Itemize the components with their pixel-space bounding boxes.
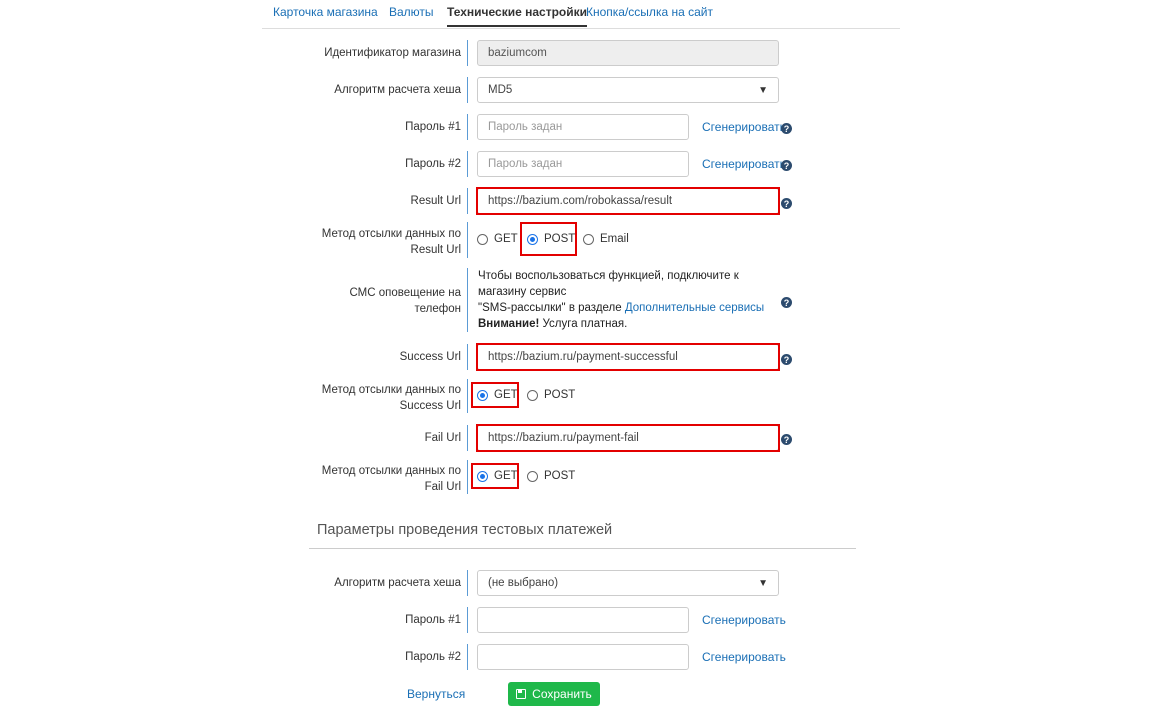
divider [467, 268, 468, 332]
save-button[interactable]: Сохранить [508, 682, 600, 706]
test-hash-algo-select[interactable]: (не выбрано) ▼ [477, 570, 779, 596]
generate-test-password2-link[interactable]: Сгенерировать [702, 650, 786, 664]
divider [467, 379, 468, 413]
test-hash-algo-value: (не выбрано) [488, 577, 559, 589]
test-password1-input[interactable] [477, 607, 689, 633]
shop-id-label: Идентификатор магазина [324, 47, 461, 59]
result-method-email[interactable]: Email [583, 233, 629, 245]
hash-algo-select[interactable]: MD5 ▼ [477, 77, 779, 103]
test-hash-algo-label: Алгоритм расчета хеша [334, 577, 461, 589]
floppy-disk-icon [516, 689, 527, 699]
test-section-title: Параметры проведения тестовых платежей [317, 522, 613, 538]
radio-icon [583, 233, 594, 245]
divider [467, 151, 468, 177]
help-icon[interactable]: ? [781, 198, 792, 209]
test-password2-input[interactable] [477, 644, 689, 670]
section-divider [309, 548, 856, 549]
divider [467, 222, 468, 258]
result-method-get[interactable]: GET [477, 233, 518, 245]
highlight-box [476, 424, 780, 452]
sms-info: Чтобы воспользоваться функцией, подключи… [478, 270, 765, 330]
test-password1-label: Пароль #1 [405, 614, 461, 626]
tab-technical-settings[interactable]: Технические настройки [447, 5, 587, 27]
generate-password1-link[interactable]: Сгенерировать [702, 120, 786, 134]
highlight-box [520, 222, 577, 256]
help-icon[interactable]: ? [781, 123, 792, 134]
highlight-box [471, 382, 519, 408]
divider [467, 644, 468, 670]
help-icon[interactable]: ? [781, 434, 792, 445]
save-button-label: Сохранить [532, 687, 592, 701]
password2-input[interactable]: Пароль задан [477, 151, 689, 177]
divider [467, 40, 468, 66]
divider [467, 607, 468, 633]
highlight-box [476, 187, 780, 215]
additional-services-link[interactable]: Дополнительные сервисы [625, 302, 764, 314]
fail-url-label: Fail Url [424, 432, 461, 444]
sms-label: СМС оповещение на телефон [349, 287, 462, 315]
divider [467, 425, 468, 451]
fail-method-post[interactable]: POST [527, 470, 575, 482]
chevron-down-icon: ▼ [758, 577, 768, 589]
divider [467, 344, 468, 370]
success-method-post[interactable]: POST [527, 389, 575, 401]
hash-algo-label: Алгоритм расчета хеша [334, 84, 461, 96]
shop-id-field: baziumcom [477, 40, 779, 66]
tab-currencies[interactable]: Валюты [389, 5, 434, 19]
divider [467, 77, 468, 103]
radio-icon [477, 233, 488, 245]
chevron-down-icon: ▼ [758, 84, 768, 96]
generate-test-password1-link[interactable]: Сгенерировать [702, 613, 786, 627]
test-password2-label: Пароль #2 [405, 651, 461, 663]
radio-icon [527, 389, 538, 401]
hash-algo-value: MD5 [488, 84, 513, 96]
tab-button-link[interactable]: Кнопка/ссылка на сайт [586, 5, 713, 19]
password2-label: Пароль #2 [405, 158, 461, 170]
help-icon[interactable]: ? [781, 160, 792, 171]
divider [467, 570, 468, 596]
password1-input[interactable]: Пароль задан [477, 114, 689, 140]
highlight-box [471, 463, 519, 489]
result-method-label: Метод отсылки данных по Result Url [321, 228, 461, 256]
help-icon[interactable]: ? [781, 354, 792, 365]
divider [467, 114, 468, 140]
highlight-box [476, 343, 780, 371]
success-url-label: Success Url [399, 351, 461, 363]
divider [467, 460, 468, 494]
help-icon[interactable]: ? [781, 297, 792, 308]
tabs-bar: Карточка магазина Валюты Технические нас… [262, 0, 900, 29]
result-url-label: Result Url [410, 195, 461, 207]
generate-password2-link[interactable]: Сгенерировать [702, 157, 786, 171]
divider [467, 188, 468, 214]
success-method-label: Метод отсылки данных по Success Url [321, 384, 461, 412]
radio-icon [527, 470, 538, 482]
back-link[interactable]: Вернуться [407, 687, 465, 701]
fail-method-label: Метод отсылки данных по Fail Url [321, 465, 461, 493]
password1-label: Пароль #1 [405, 121, 461, 133]
tab-shop-card[interactable]: Карточка магазина [273, 5, 378, 19]
